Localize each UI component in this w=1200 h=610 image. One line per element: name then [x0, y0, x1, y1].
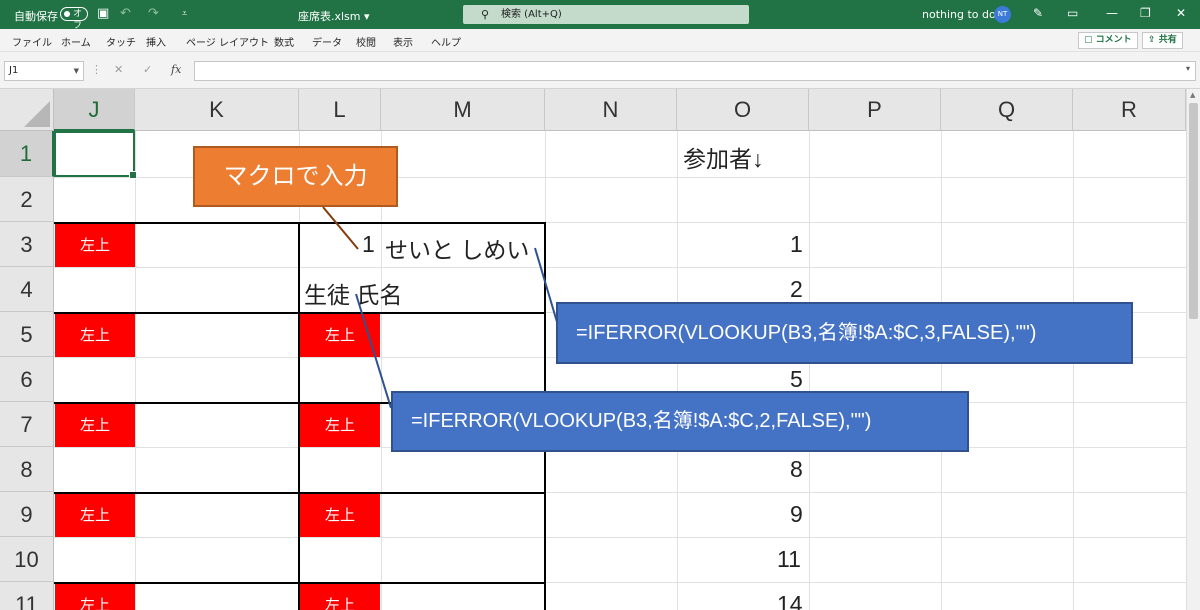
- title-bar: 自動保存 オフ ▣ ↶ ↷ ⩡ 座席表.xlsm ▾ ⚲ 検索 (Alt+Q) …: [0, 0, 1200, 31]
- customize-qat-icon[interactable]: ⩡: [182, 6, 187, 22]
- seat-position-cell[interactable]: 左上: [300, 404, 380, 447]
- name-formula-callout: =IFERROR(VLOOKUP(B3,名簿!$A:$C,2,FALSE),""…: [391, 391, 969, 452]
- column-header-p[interactable]: P: [809, 89, 941, 131]
- column-header-m[interactable]: M: [381, 89, 545, 131]
- seat-number[interactable]: 1: [362, 231, 375, 258]
- seat-name[interactable]: 生徒 氏名: [304, 276, 402, 310]
- tab-formulas[interactable]: 数式: [274, 34, 294, 49]
- tab-page-layout[interactable]: ページ レイアウト: [186, 34, 269, 49]
- gridline: [135, 131, 136, 610]
- insert-function-icon[interactable]: fx: [171, 63, 181, 77]
- minimize-icon[interactable]: —: [1106, 5, 1118, 21]
- macro-callout: マクロで入力: [193, 146, 398, 207]
- select-all-corner[interactable]: [0, 89, 54, 131]
- cell-o9[interactable]: 9: [790, 501, 803, 528]
- cell-o8[interactable]: 8: [790, 456, 803, 483]
- seat-position-cell[interactable]: 左上: [55, 494, 135, 537]
- row-header-7[interactable]: 7: [0, 402, 54, 447]
- seat-position-cell[interactable]: 左上: [300, 314, 380, 357]
- save-icon[interactable]: ▣: [97, 6, 109, 22]
- gridline: [54, 537, 1186, 538]
- row-header-3[interactable]: 3: [0, 222, 54, 267]
- tab-view[interactable]: 表示: [393, 34, 413, 49]
- gridline: [677, 131, 678, 610]
- tab-insert[interactable]: 挿入: [146, 34, 166, 49]
- ribbon-tabs: ファイル ホーム タッチ 挿入 ページ レイアウト 数式 データ 校閲 表示 ヘ…: [0, 29, 1200, 52]
- row-header-5[interactable]: 5: [0, 312, 54, 357]
- restore-icon[interactable]: ❐: [1140, 5, 1151, 21]
- cancel-icon[interactable]: ✕: [114, 63, 123, 77]
- gridline: [1073, 131, 1074, 610]
- formula-bar: J1 ▼ ⋮ ✕ ✓ fx ▾: [0, 52, 1200, 89]
- row-header-4[interactable]: 4: [0, 267, 54, 312]
- comment-button[interactable]: ▢ コメント: [1078, 32, 1138, 49]
- row-header-11[interactable]: 11: [0, 582, 54, 610]
- kana-formula-callout: =IFERROR(VLOOKUP(B3,名簿!$A:$C,3,FALSE),""…: [556, 302, 1133, 364]
- seat-position-cell[interactable]: 左上: [55, 314, 135, 357]
- cell-o10[interactable]: 11: [777, 546, 801, 573]
- column-header-o[interactable]: O: [677, 89, 809, 131]
- user-name: nothing to do: [922, 8, 996, 21]
- cell-o1[interactable]: 参加者↓: [683, 140, 764, 174]
- cell-o11[interactable]: 14: [777, 591, 803, 610]
- column-header-j[interactable]: J: [54, 89, 135, 131]
- search-icon: ⚲: [481, 8, 490, 21]
- search-box[interactable]: ⚲ 検索 (Alt+Q): [463, 5, 749, 24]
- gridline: [809, 131, 810, 610]
- vertical-scrollbar[interactable]: ▲: [1186, 89, 1200, 610]
- more-icon: ⋮: [91, 63, 102, 76]
- cell-o3[interactable]: 1: [790, 231, 803, 258]
- file-name[interactable]: 座席表.xlsm ▾: [298, 8, 370, 24]
- row-header-10[interactable]: 10: [0, 537, 54, 582]
- seat-kana[interactable]: せいと しめい: [385, 231, 529, 265]
- redo-icon[interactable]: ↷: [148, 6, 159, 22]
- seat-position-cell[interactable]: 左上: [55, 584, 135, 610]
- undo-icon[interactable]: ↶: [120, 6, 131, 22]
- tab-review[interactable]: 校閲: [356, 34, 376, 49]
- cell-o6[interactable]: 5: [790, 366, 803, 393]
- chevron-down-icon: ▼: [73, 67, 79, 75]
- avatar[interactable]: NT: [994, 6, 1011, 23]
- active-cell-j1[interactable]: [54, 131, 137, 179]
- row-header-1[interactable]: 1: [0, 131, 54, 177]
- formula-input[interactable]: [194, 61, 1196, 81]
- gridline: [54, 267, 1186, 268]
- row-header-6[interactable]: 6: [0, 357, 54, 402]
- seat-position-cell[interactable]: 左上: [55, 404, 135, 447]
- autosave-toggle[interactable]: オフ: [60, 7, 88, 31]
- column-header-r[interactable]: R: [1073, 89, 1186, 131]
- cell-o4[interactable]: 2: [790, 276, 803, 303]
- column-header-q[interactable]: Q: [941, 89, 1073, 131]
- scroll-up-icon[interactable]: ▲: [1190, 91, 1195, 99]
- ribbon-display-icon[interactable]: ▭: [1067, 5, 1078, 21]
- close-icon[interactable]: ✕: [1176, 5, 1186, 21]
- column-header-n[interactable]: N: [545, 89, 677, 131]
- row-header-9[interactable]: 9: [0, 492, 54, 537]
- tab-home[interactable]: ホーム: [61, 34, 91, 49]
- column-header-k[interactable]: K: [135, 89, 299, 131]
- tab-help[interactable]: ヘルプ: [431, 34, 461, 49]
- row-header-8[interactable]: 8: [0, 447, 54, 492]
- autosave-label: 自動保存: [14, 10, 58, 23]
- tab-touch[interactable]: タッチ: [106, 34, 136, 49]
- seat-position-cell[interactable]: 左上: [55, 224, 135, 267]
- column-header-l[interactable]: L: [299, 89, 381, 131]
- row-header-2[interactable]: 2: [0, 177, 54, 222]
- gridline: [941, 131, 942, 610]
- enter-icon[interactable]: ✓: [143, 63, 152, 77]
- pen-icon[interactable]: ✎: [1033, 5, 1043, 21]
- name-box[interactable]: J1 ▼: [4, 61, 84, 81]
- seat-position-cell[interactable]: 左上: [300, 494, 380, 537]
- scroll-thumb[interactable]: [1189, 103, 1198, 319]
- seat-position-cell[interactable]: 左上: [300, 584, 380, 610]
- tab-file[interactable]: ファイル: [12, 34, 52, 49]
- tab-data[interactable]: データ: [312, 34, 342, 49]
- share-button[interactable]: ⇪ 共有: [1142, 32, 1183, 49]
